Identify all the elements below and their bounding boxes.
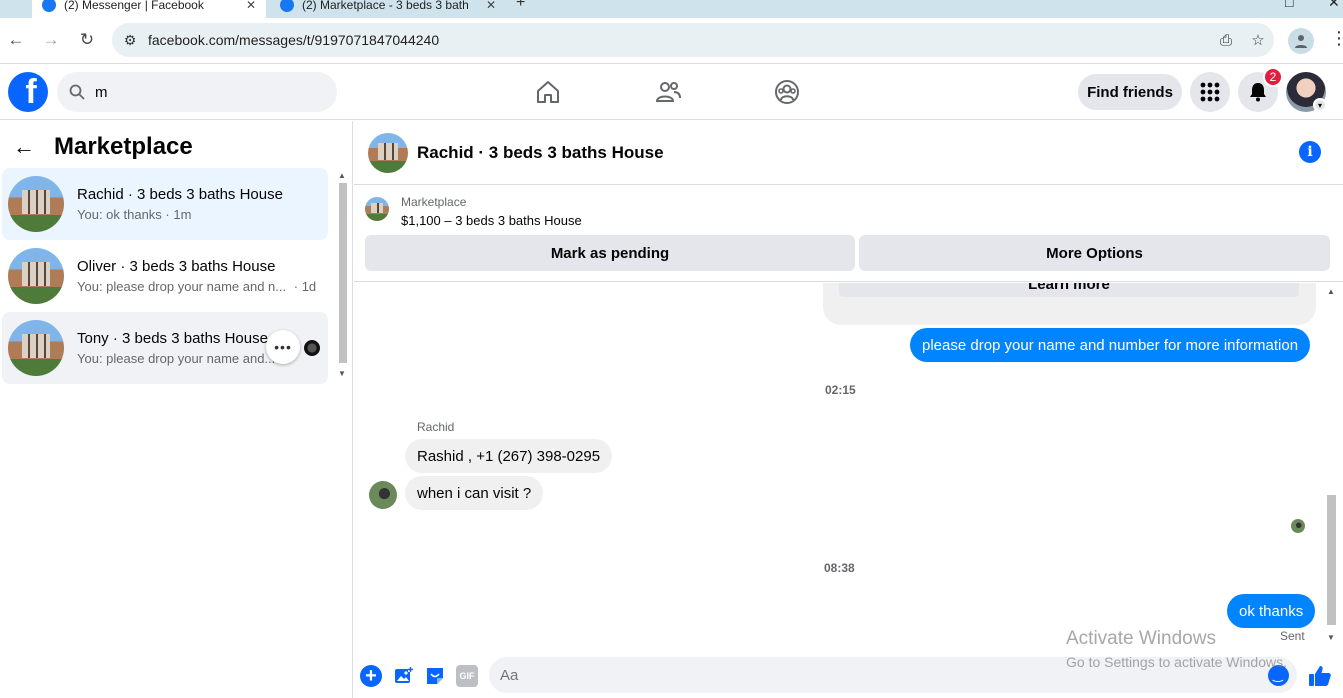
listing-thumbnail bbox=[8, 176, 64, 232]
listing-source-label: Marketplace bbox=[401, 195, 467, 209]
facebook-favicon-icon bbox=[42, 0, 56, 12]
scrollbar-thumb[interactable] bbox=[339, 183, 347, 363]
notification-count-badge: 2 bbox=[1263, 67, 1283, 87]
incoming-message[interactable]: when i can visit ? bbox=[405, 476, 544, 510]
conversation-preview: You: please drop your name and... bbox=[77, 351, 276, 366]
conversation-name: Tony · 3 beds 3 baths House bbox=[77, 330, 268, 347]
gif-icon[interactable]: GIF bbox=[456, 665, 478, 687]
chat-title[interactable]: Rachid · 3 beds 3 baths House bbox=[417, 143, 664, 163]
close-window-icon[interactable]: ✕ bbox=[1328, 0, 1340, 11]
groups-icon[interactable] bbox=[773, 78, 801, 106]
conversation-name: Oliver · 3 beds 3 baths House bbox=[77, 258, 276, 275]
panel-header: ← Marketplace bbox=[10, 133, 193, 161]
message-timestamp: 02:15 bbox=[825, 383, 856, 397]
facebook-search[interactable]: m bbox=[57, 72, 337, 112]
conversation-list-panel: ← Marketplace Rachid · 3 beds 3 baths Ho… bbox=[0, 121, 353, 698]
back-icon[interactable]: ← bbox=[4, 28, 28, 52]
scroll-down-icon[interactable]: ▼ bbox=[1327, 633, 1335, 642]
panel-title: Marketplace bbox=[54, 133, 193, 160]
search-icon bbox=[69, 84, 85, 100]
facebook-favicon-icon bbox=[280, 0, 294, 12]
outgoing-message[interactable]: ok thanks bbox=[1227, 594, 1316, 628]
chevron-down-icon[interactable]: ▾ bbox=[1313, 98, 1327, 112]
conversation-item-oliver[interactable]: Oliver · 3 beds 3 baths House You: pleas… bbox=[2, 240, 328, 312]
sender-name: Rachid bbox=[417, 420, 455, 434]
incoming-message[interactable]: Rashid , +1 (267) 398-0295 bbox=[405, 439, 613, 473]
browser-tab-messenger[interactable]: (2) Messenger | Facebook ✕ bbox=[32, 0, 266, 18]
url-text[interactable]: facebook.com/messages/t/9197071847044240 bbox=[148, 32, 1210, 48]
home-icon[interactable] bbox=[534, 78, 562, 106]
install-app-icon[interactable]: ⎙ bbox=[1210, 32, 1242, 49]
listing-banner: Marketplace $1,100 – 3 beds 3 baths Hous… bbox=[354, 186, 1343, 282]
chat-panel: Rachid · 3 beds 3 baths House i Marketpl… bbox=[354, 121, 1343, 698]
preview-text: You: please drop your name and n... bbox=[77, 279, 287, 294]
tab-title: (2) Messenger | Facebook bbox=[64, 0, 204, 12]
bookmark-star-icon[interactable]: ☆ bbox=[1242, 31, 1274, 49]
scroll-up-icon[interactable]: ▲ bbox=[1327, 287, 1335, 296]
browser-profile-icon[interactable] bbox=[1288, 28, 1314, 54]
facebook-header: f m Find friends 2 ▾ bbox=[0, 64, 1343, 120]
listing-price[interactable]: $1,100 – 3 beds 3 baths House bbox=[401, 213, 582, 228]
chat-listing-avatar[interactable] bbox=[368, 132, 408, 173]
find-friends-button[interactable]: Find friends bbox=[1078, 74, 1182, 110]
reload-icon[interactable]: ↻ bbox=[75, 28, 99, 52]
browser-tab-marketplace[interactable]: (2) Marketplace - 3 beds 3 bath ✕ bbox=[270, 0, 506, 18]
activate-windows-watermark: Activate Windows Go to Settings to activ… bbox=[1066, 628, 1287, 670]
conversation-item-tony[interactable]: Tony · 3 beds 3 baths House You: please … bbox=[2, 312, 328, 384]
chat-header: Rachid · 3 beds 3 baths House i bbox=[354, 121, 1343, 185]
mark-as-pending-button[interactable]: Mark as pending bbox=[365, 235, 855, 271]
watermark-title: Activate Windows bbox=[1066, 628, 1216, 649]
scrollbar-thumb[interactable] bbox=[1327, 495, 1336, 625]
forward-icon[interactable]: → bbox=[39, 28, 63, 52]
close-tab-icon[interactable]: ✕ bbox=[246, 0, 256, 12]
outgoing-message[interactable]: please drop your name and number for mor… bbox=[910, 328, 1311, 362]
more-options-button[interactable]: More Options bbox=[859, 235, 1330, 271]
info-icon[interactable]: i bbox=[1299, 141, 1321, 163]
menu-grid-icon[interactable] bbox=[1190, 72, 1230, 112]
new-tab-icon[interactable]: + bbox=[516, 0, 525, 12]
conversation-name: Rachid · 3 beds 3 baths House bbox=[77, 186, 283, 203]
conversation-item-rachid[interactable]: Rachid · 3 beds 3 baths House You: ok th… bbox=[2, 168, 328, 240]
plus-icon[interactable]: + bbox=[360, 665, 382, 687]
seen-avatar bbox=[304, 340, 320, 356]
thumbs-up-icon[interactable] bbox=[1307, 663, 1333, 689]
contact-avatar[interactable] bbox=[369, 481, 397, 509]
conversation-list-scrollbar[interactable]: ▲ ▼ bbox=[336, 169, 350, 383]
facebook-logo-icon[interactable]: f bbox=[8, 72, 48, 112]
friends-icon[interactable] bbox=[654, 78, 682, 106]
read-receipt-avatar bbox=[1291, 519, 1305, 533]
message-thread: Learn more please drop your name and num… bbox=[354, 283, 1343, 645]
site-settings-icon[interactable]: ⚙ bbox=[112, 32, 148, 49]
sticker-icon[interactable] bbox=[424, 665, 446, 687]
learn-more-button[interactable]: Learn more bbox=[839, 283, 1299, 297]
browser-tab-strip: (2) Messenger | Facebook ✕ (2) Marketpla… bbox=[0, 0, 1343, 18]
message-timestamp: 08:38 bbox=[824, 561, 855, 575]
scroll-down-icon[interactable]: ▼ bbox=[338, 369, 346, 378]
conversation-preview: You: please drop your name and n... · 1d bbox=[77, 279, 316, 294]
back-arrow-icon[interactable]: ← bbox=[10, 134, 38, 160]
message-scrollbar[interactable]: ▲ ▼ bbox=[1323, 285, 1339, 645]
photo-icon[interactable] bbox=[393, 665, 415, 687]
tab-title: (2) Marketplace - 3 beds 3 bath bbox=[302, 0, 469, 12]
close-tab-icon[interactable]: ✕ bbox=[486, 0, 496, 12]
browser-toolbar: ← → ↻ ⚙ facebook.com/messages/t/91970718… bbox=[0, 18, 1343, 64]
conversation-preview: You: ok thanks · 1m bbox=[77, 207, 192, 222]
more-options-icon[interactable]: ••• bbox=[266, 330, 300, 364]
watermark-subtitle: Go to Settings to activate Windows. bbox=[1066, 654, 1287, 670]
listing-thumbnail bbox=[8, 320, 64, 376]
listing-thumbnail bbox=[8, 248, 64, 304]
browser-menu-icon[interactable]: ⋮ bbox=[1330, 28, 1343, 49]
preview-time: · 1d bbox=[293, 279, 317, 294]
scroll-up-icon[interactable]: ▲ bbox=[338, 171, 346, 180]
listing-thumbnail[interactable] bbox=[365, 197, 389, 221]
message-card: Learn more bbox=[823, 283, 1316, 325]
maximize-window-icon[interactable]: □ bbox=[1285, 0, 1293, 10]
search-input[interactable]: m bbox=[95, 84, 108, 101]
address-bar[interactable]: ⚙ facebook.com/messages/t/91970718470442… bbox=[112, 23, 1274, 57]
